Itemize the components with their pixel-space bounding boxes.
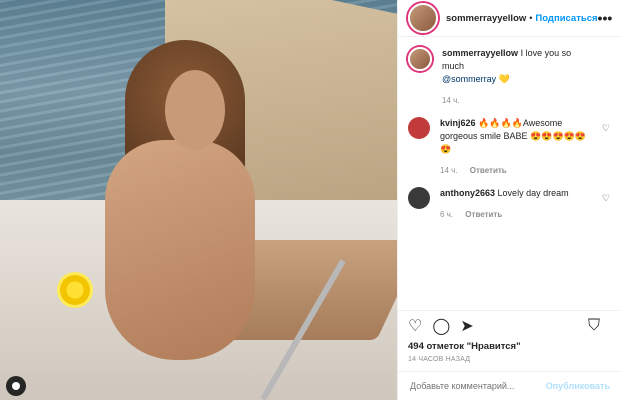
comments-section: sommerrayyellow I love you so much @somm… [398, 37, 620, 310]
commenter-avatar[interactable] [408, 117, 430, 139]
tagged-user-icon[interactable] [6, 376, 26, 396]
author-avatar[interactable] [408, 3, 438, 33]
caption-emoji: 💛 [498, 74, 510, 84]
post-photo[interactable] [0, 0, 397, 400]
caption: sommerrayyellow I love you so much @somm… [408, 47, 610, 107]
bookmark-icon[interactable]: ⛉ [588, 317, 600, 335]
comment-time[interactable]: 14 ч. [440, 166, 458, 175]
comment-username[interactable]: kvinj626 [440, 118, 476, 128]
commenter-avatar[interactable] [408, 187, 430, 209]
reply-button[interactable]: Ответить [470, 166, 507, 175]
add-comment-bar: Опубликовать [398, 371, 620, 400]
post-actions: ♡ ◯ ➤ ⛉ [398, 310, 620, 341]
add-comment-input[interactable] [408, 380, 546, 392]
publish-button[interactable]: Опубликовать [546, 381, 610, 391]
comment-text: Lovely day dream [497, 188, 569, 198]
follow-button[interactable]: Подписаться [535, 13, 597, 24]
comment-like-heart-icon[interactable]: ♡ [602, 123, 610, 134]
comment-like-heart-icon[interactable]: ♡ [602, 193, 610, 204]
post-sidebar: sommerrayyellow • Подписаться ••• sommer… [397, 0, 620, 400]
post-header: sommerrayyellow • Подписаться ••• [398, 0, 620, 37]
reply-button[interactable]: Ответить [465, 210, 502, 219]
comment-item: kvinj626 🔥🔥🔥🔥Awesome gorgeous smile BABE… [408, 117, 610, 177]
caption-time[interactable]: 14 ч. [442, 96, 460, 105]
post-timestamp[interactable]: 14 ЧАСОВ НАЗАД [398, 352, 620, 371]
comment-icon[interactable]: ◯ [432, 316, 450, 336]
header-separator: • [529, 13, 533, 23]
caption-username[interactable]: sommerrayyellow [442, 48, 518, 58]
caption-avatar[interactable] [408, 47, 432, 71]
likes-count[interactable]: 494 отметок "Нравится" [398, 341, 620, 352]
comment-username[interactable]: anthony2663 [440, 188, 495, 198]
instagram-post: sommerrayyellow • Подписаться ••• sommer… [0, 0, 620, 400]
share-icon[interactable]: ➤ [460, 316, 473, 336]
more-dots-icon[interactable]: ••• [598, 10, 613, 26]
heart-outline-icon[interactable]: ♡ [408, 316, 422, 336]
flower-sticker-icon [60, 275, 90, 305]
comment-item: anthony2663 Lovely day dream 6 ч. Ответи… [408, 187, 610, 221]
comment-time[interactable]: 6 ч. [440, 210, 453, 219]
caption-mention[interactable]: @sommerray [442, 74, 496, 84]
photo-person [95, 30, 265, 370]
author-username[interactable]: sommerrayyellow [446, 13, 526, 24]
